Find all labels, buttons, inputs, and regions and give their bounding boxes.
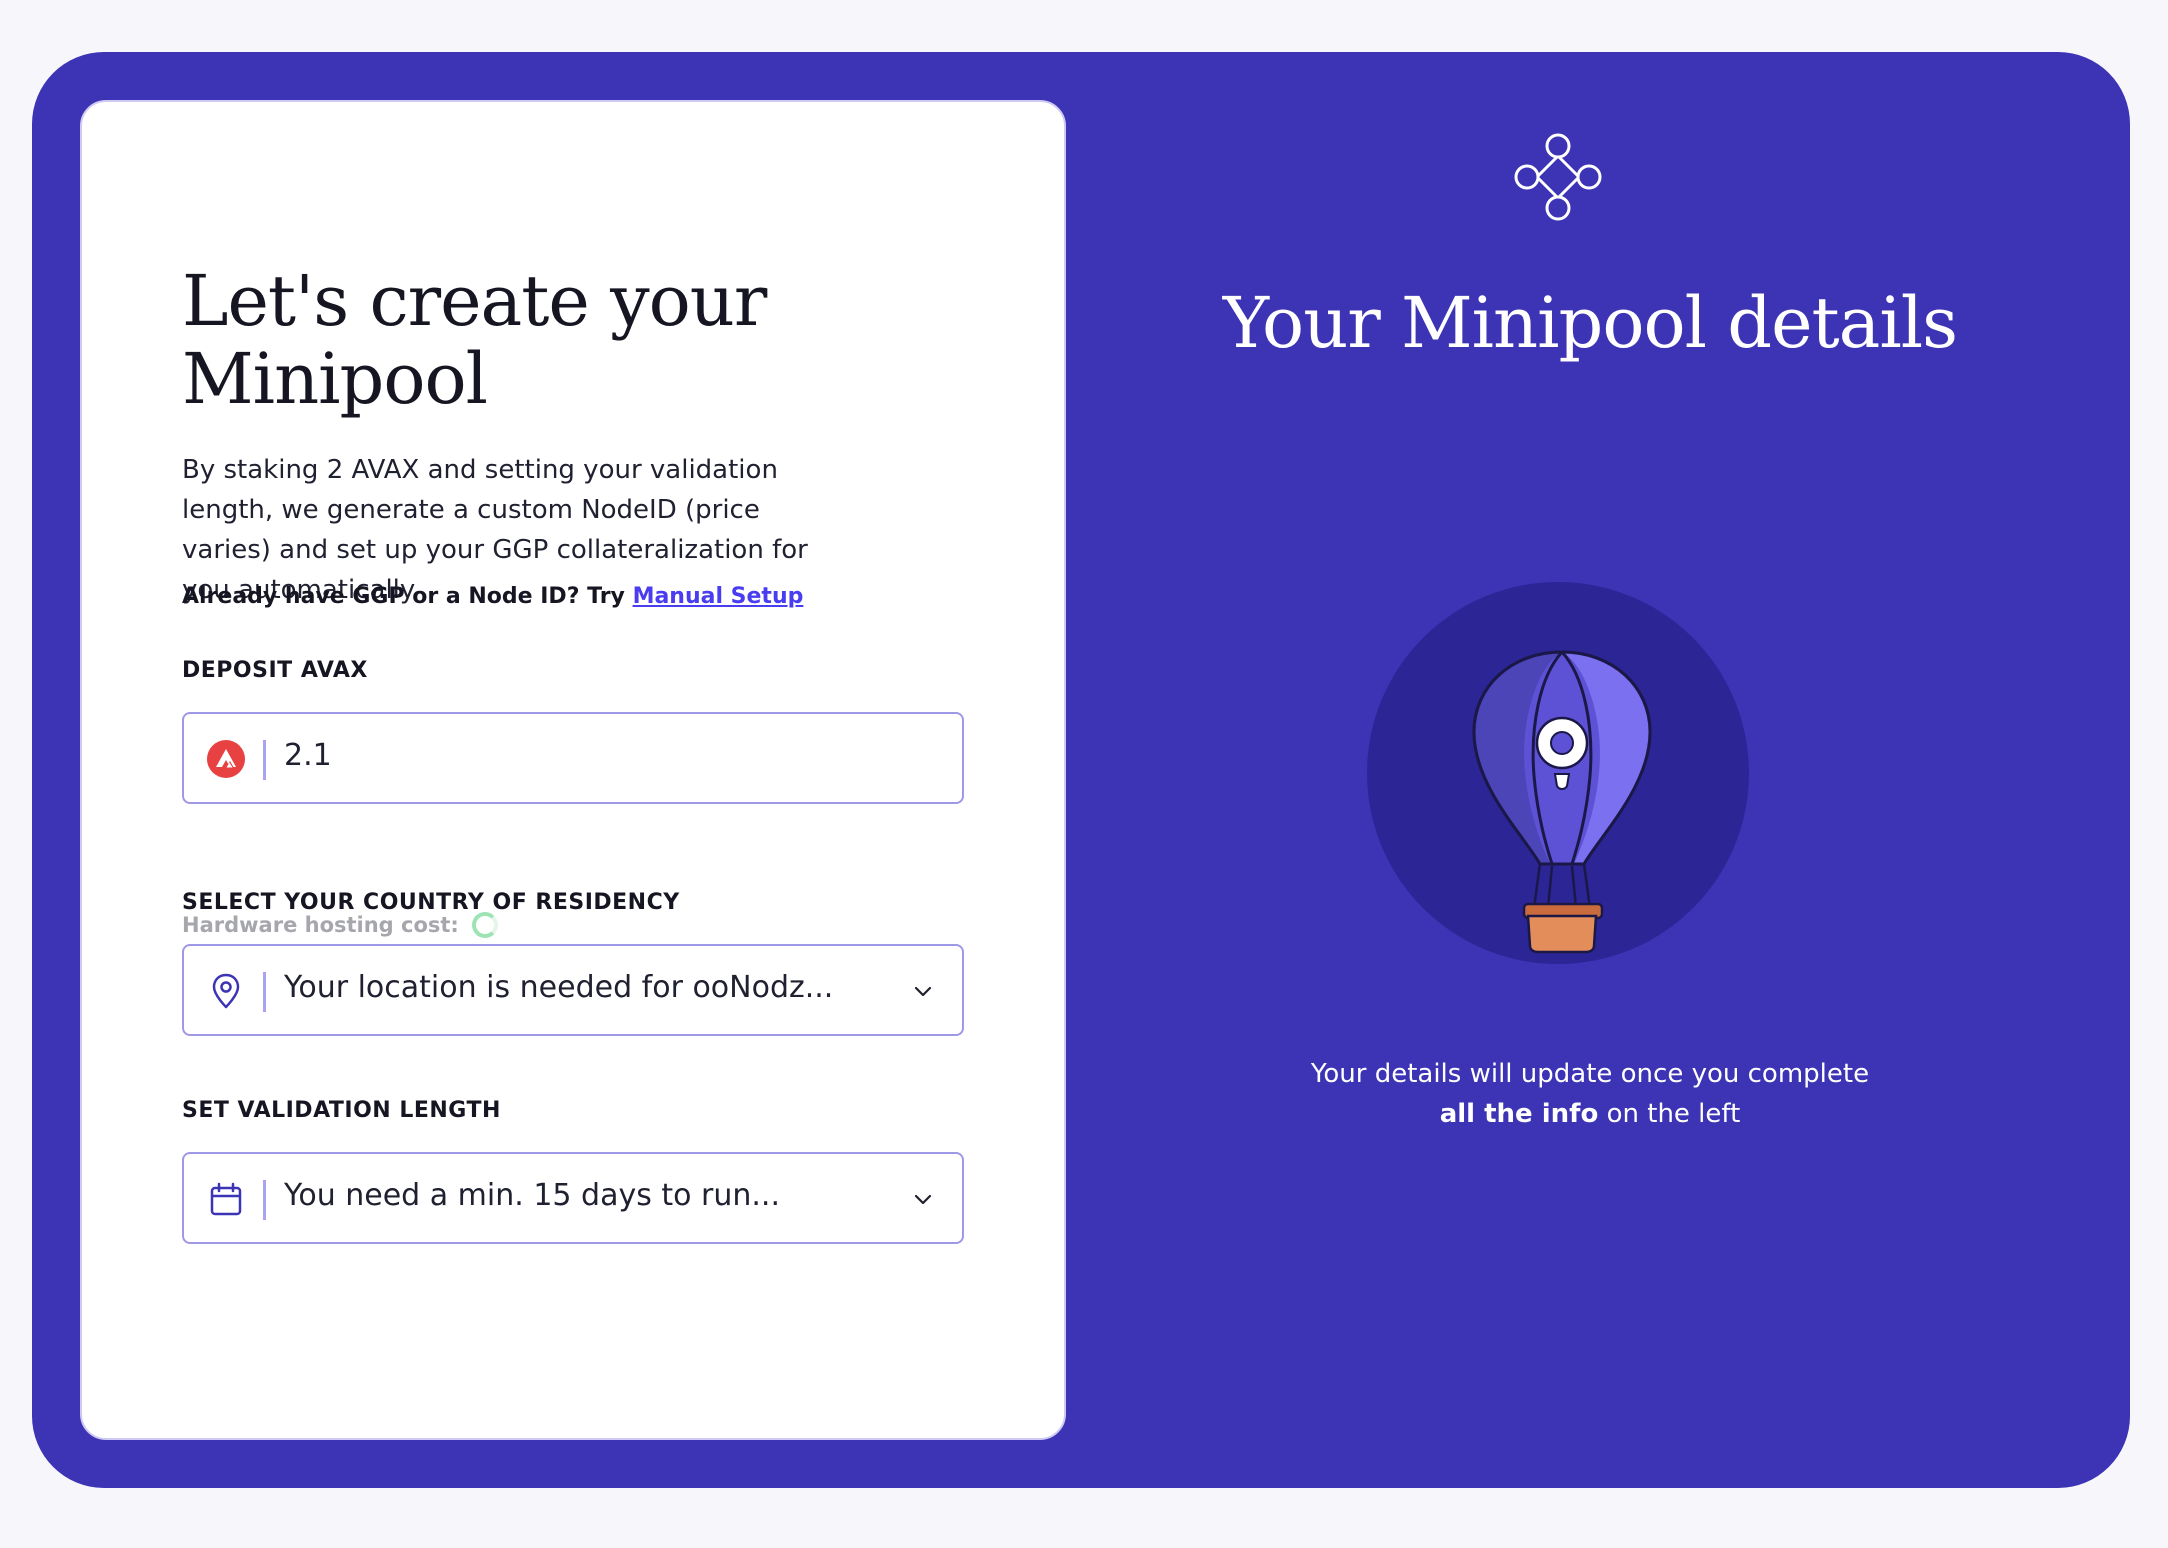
- deposit-avax-input[interactable]: 2.1: [284, 738, 332, 773]
- hardware-hosting-cost: Hardware hosting cost:: [182, 912, 499, 938]
- form-card: Let's create your Minipool By staking 2 …: [80, 100, 1066, 1440]
- map-pin-icon: [212, 973, 240, 1009]
- field-separator: [263, 740, 266, 780]
- validation-length-value: You need a min. 15 days to run...: [284, 1178, 780, 1213]
- manual-setup-prompt-text: Already have GGP or a Node ID? Try: [182, 584, 625, 609]
- validation-length-label: SET VALIDATION LENGTH: [182, 1098, 501, 1123]
- hardware-hosting-cost-label: Hardware hosting cost:: [182, 913, 459, 937]
- deposit-avax-label: DEPOSIT AVAX: [182, 658, 368, 683]
- country-label: SELECT YOUR COUNTRY OF RESIDENCY: [182, 890, 680, 915]
- country-select-value: Your location is needed for ooNodz...: [284, 970, 834, 1005]
- summary-note-bold: all the info: [1439, 1099, 1599, 1129]
- avalanche-icon: [207, 740, 245, 778]
- manual-setup-prompt: Already have GGP or a Node ID? Try Manua…: [182, 584, 803, 609]
- deposit-avax-field[interactable]: 2.1: [182, 712, 964, 804]
- title-line-1: Let's create your: [182, 260, 767, 342]
- field-separator: [263, 1180, 266, 1220]
- hot-air-balloon-illustration: [1472, 650, 1652, 954]
- validation-length-select[interactable]: You need a min. 15 days to run...: [182, 1152, 964, 1244]
- nodes-logo-icon: [1514, 133, 1602, 221]
- manual-setup-link[interactable]: Manual Setup: [633, 584, 804, 609]
- calendar-icon: [210, 1182, 242, 1216]
- page-title: Let's create your Minipool: [182, 260, 767, 420]
- summary-title: Your Minipool details: [1222, 282, 1958, 364]
- summary-note-text-end: on the left: [1598, 1099, 1741, 1129]
- chevron-down-icon: [914, 1194, 932, 1205]
- chevron-down-icon: [914, 986, 932, 997]
- country-select[interactable]: Your location is needed for ooNodz...: [182, 944, 964, 1036]
- field-separator: [263, 972, 266, 1012]
- title-line-2: Minipool: [182, 338, 488, 420]
- summary-note-text: Your details will update once you comple…: [1310, 1059, 1870, 1089]
- loading-spinner-icon: [472, 912, 499, 938]
- summary-note: Your details will update once you comple…: [1290, 1054, 1890, 1134]
